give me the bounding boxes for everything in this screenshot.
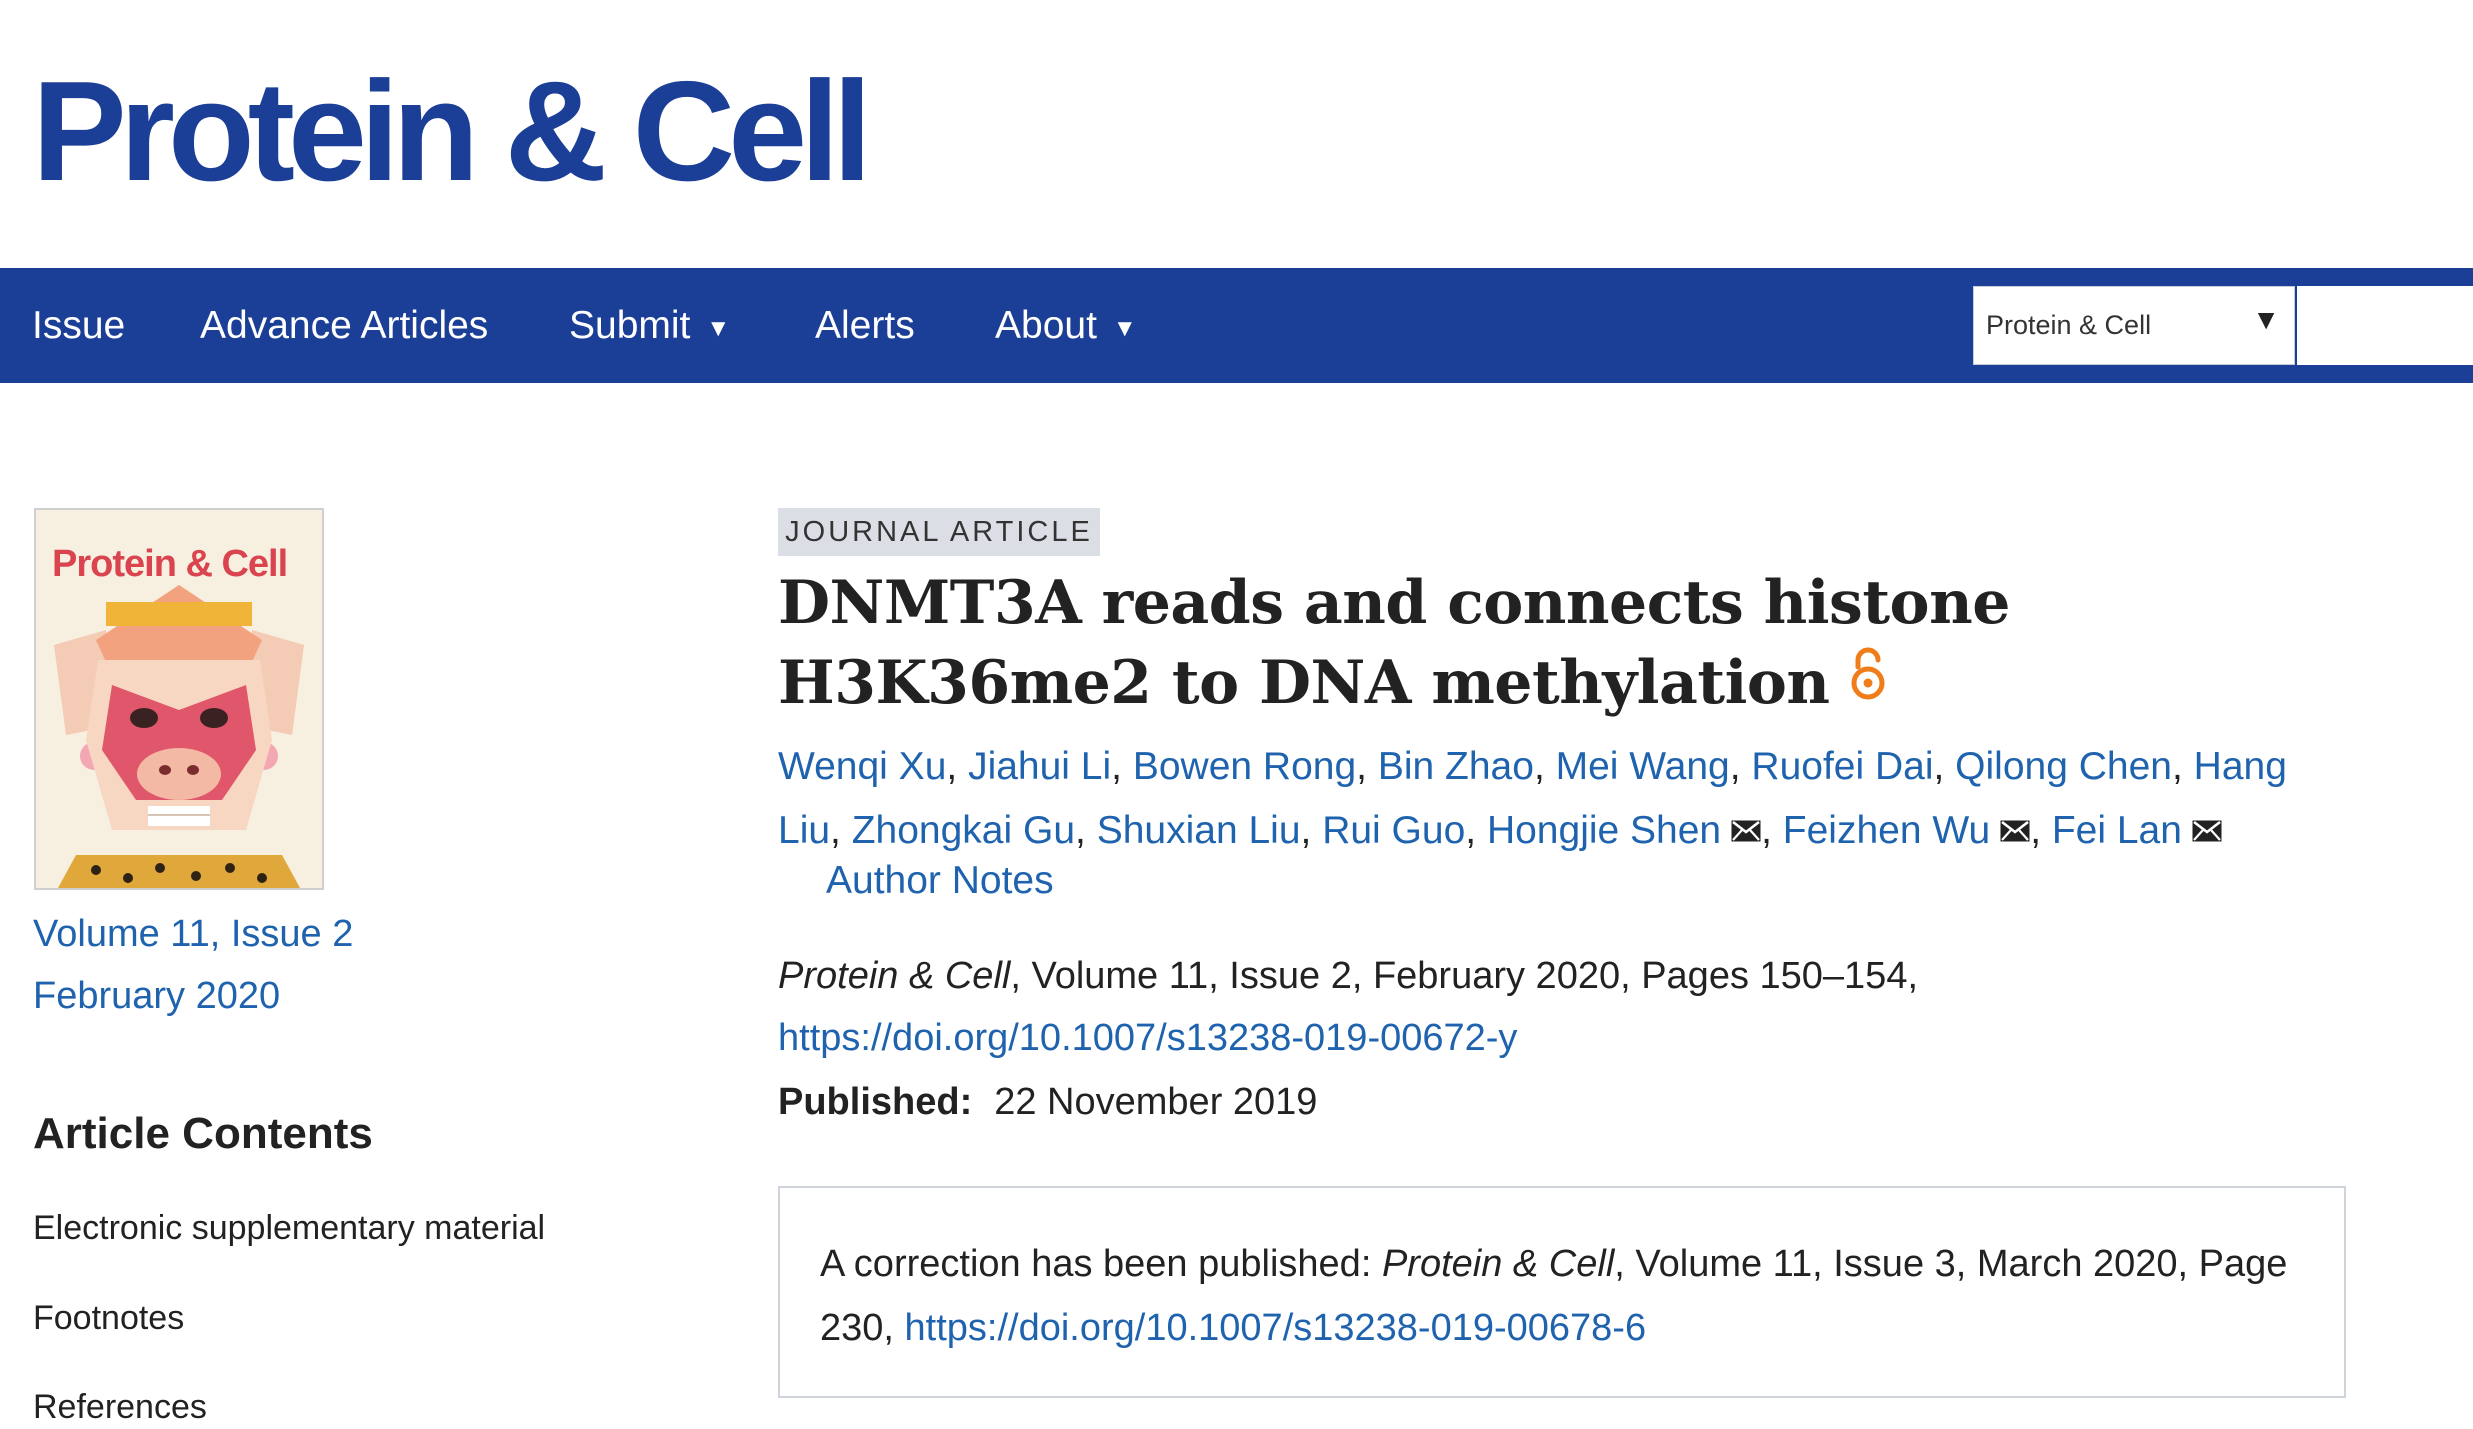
author-link[interactable]: Feizhen Wu [1783, 809, 1990, 852]
published-date: 22 November 2019 [994, 1081, 1318, 1123]
article-contents-heading: Article Contents [33, 1109, 373, 1158]
author-link[interactable]: Zhongkai Gu [852, 809, 1075, 852]
nav-issue[interactable]: Issue [32, 268, 125, 383]
issue-date-link[interactable]: February 2020 [33, 975, 280, 1018]
main-nav: Issue Advance Articles Submit ▼ Alerts A… [0, 268, 2473, 383]
mail-icon[interactable] [2000, 798, 2030, 862]
search-scope-value: Protein & Cell [1986, 310, 2152, 340]
author-link[interactable]: Jiahui Li [968, 745, 1111, 788]
nav-about[interactable]: About ▼ [995, 268, 1137, 383]
site-header: Protein & Cell [32, 61, 872, 203]
author-link[interactable]: Hongjie Shen [1487, 809, 1721, 852]
cover-illustration: Protein & Cell [36, 510, 322, 888]
nav-submit[interactable]: Submit ▼ [569, 268, 730, 383]
caret-down-icon: ▼ [2252, 304, 2280, 335]
issue-cover-image[interactable]: Protein & Cell [34, 508, 324, 890]
article-title-block: DNMT3A reads and connects histone H3K36m… [778, 563, 2338, 723]
article-title: DNMT3A reads and connects histone H3K36m… [778, 568, 2010, 718]
svg-text:Protein & Cell: Protein & Cell [52, 543, 287, 585]
nav-about-label: About [995, 303, 1097, 347]
citation-journal: Protein & Cell [778, 955, 1011, 997]
published-label: Published: [778, 1081, 973, 1123]
contents-item-footnotes[interactable]: Footnotes [33, 1299, 184, 1338]
volume-issue-link[interactable]: Volume 11, Issue 2 [33, 913, 353, 956]
nav-advance-articles-label: Advance Articles [200, 303, 489, 347]
mail-icon[interactable] [1731, 798, 1761, 862]
correction-journal: Protein & Cell [1381, 1243, 1615, 1285]
search-scope-select[interactable]: Protein & Cell ▼ [1973, 286, 2295, 365]
contents-item-supplementary[interactable]: Electronic supplementary material [33, 1209, 545, 1248]
author-link[interactable]: Mei Wang [1556, 745, 1730, 788]
mail-icon[interactable] [2192, 798, 2222, 862]
nav-alerts[interactable]: Alerts [815, 268, 915, 383]
author-list: Wenqi Xu, Jiahui Li, Bowen Rong, Bin Zha… [778, 735, 2338, 863]
author-link[interactable]: Bowen Rong [1133, 745, 1356, 788]
author-notes-link[interactable]: Author Notes [826, 859, 1054, 903]
author-link[interactable]: Ruofei Dai [1751, 745, 1933, 788]
open-access-icon [1848, 643, 1888, 723]
correction-prefix: A correction has been published: [820, 1243, 1382, 1285]
nav-issue-label: Issue [32, 303, 126, 347]
nav-alerts-label: Alerts [815, 303, 915, 347]
published-line: Published: 22 November 2019 [778, 1081, 1317, 1124]
contents-item-references[interactable]: References [33, 1388, 207, 1427]
citation-line: Protein & Cell, Volume 11, Issue 2, Febr… [778, 955, 1918, 998]
search-input[interactable] [2297, 286, 2473, 365]
correction-notice: A correction has been published: Protein… [778, 1186, 2346, 1398]
doi-link[interactable]: https://doi.org/10.1007/s13238-019-00672… [778, 1017, 1517, 1060]
caret-down-icon: ▼ [706, 314, 731, 342]
author-link[interactable]: Fei Lan [2052, 809, 2182, 852]
author-link[interactable]: Bin Zhao [1378, 745, 1534, 788]
nav-advance-articles[interactable]: Advance Articles [200, 268, 488, 383]
author-link[interactable]: Shuxian Liu [1097, 809, 1301, 852]
nav-submit-label: Submit [569, 303, 691, 347]
author-link[interactable]: Rui Guo [1322, 809, 1465, 852]
correction-doi-link[interactable]: https://doi.org/10.1007/s13238-019-00678… [905, 1307, 1647, 1349]
citation-details: , Volume 11, Issue 2, February 2020, Pag… [1010, 955, 1919, 997]
author-link[interactable]: Wenqi Xu [778, 745, 946, 788]
caret-down-icon: ▼ [1112, 314, 1137, 342]
author-link[interactable]: Qilong Chen [1955, 745, 2172, 788]
article-type-badge: JOURNAL ARTICLE [778, 508, 1100, 556]
journal-logo[interactable]: Protein & Cell [32, 61, 872, 203]
